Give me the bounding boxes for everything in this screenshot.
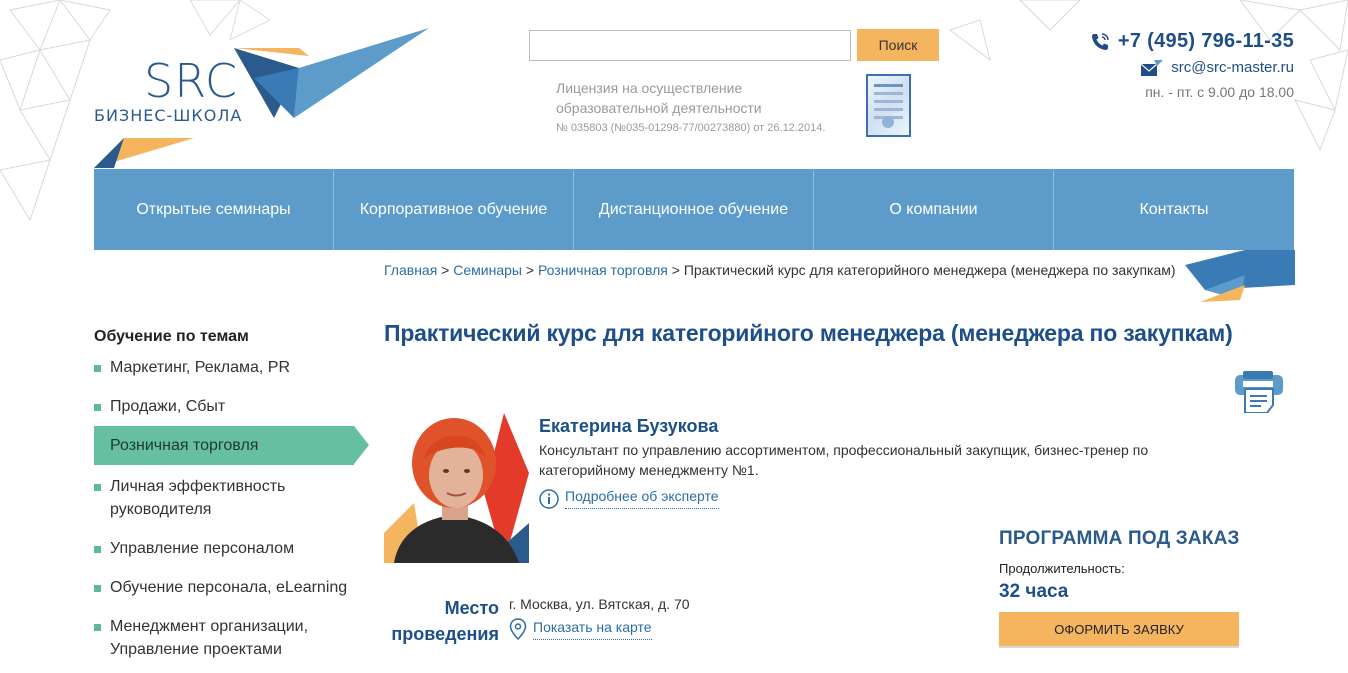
order-button[interactable]: ОФОРМИТЬ ЗАЯВКУ [999,612,1239,646]
search-button[interactable]: Поиск [857,29,939,61]
expert-more-label[interactable]: Подробнее об эксперте [565,488,719,509]
email-link[interactable]: src@src-master.ru [1171,59,1294,76]
logo-brand: SRC [144,54,238,108]
license-info: Лицензия на осуществление образовательно… [556,78,856,136]
sidebar-item-hr-management[interactable]: Управление персоналом [94,537,369,560]
nav-item-distance-learning[interactable]: Дистанционное обучение [574,169,814,250]
expert-description: Консультант по управлению ассортиментом,… [539,442,1149,478]
venue-label-line1: Место [444,598,499,618]
phone-number[interactable]: +7 (495) 796-11-35 [1118,30,1294,53]
venue-map-link[interactable]: Показать на карте [509,618,652,640]
breadcrumb-separator: > [437,262,454,278]
map-pin-icon [509,618,527,640]
venue-label: Место проведения [384,595,499,647]
ribbon-decoration [1185,250,1295,302]
license-number: № 035803 (№035-01298-77/00273880) от 26.… [556,122,826,134]
venue-map-label[interactable]: Показать на карте [533,619,652,640]
sidebar: Обучение по темам Маркетинг, Реклама, PR… [94,326,369,661]
sidebar-item-marketing[interactable]: Маркетинг, Реклама, PR [94,356,369,379]
license-image[interactable] [866,74,911,137]
nav-item-about[interactable]: О компании [814,169,1054,250]
logo[interactable]: SRC БИЗНЕС-ШКОЛА [94,28,434,173]
sidebar-item-retail[interactable]: Розничная торговля [94,426,369,465]
page-title: Практический курс для категорийного мене… [384,320,1233,346]
sidebar-item-personal-efficiency[interactable]: Личная эффективность руководителя [94,475,324,521]
sidebar-title: Обучение по темам [94,328,249,345]
venue-label-line2: проведения [391,624,499,644]
breadcrumb-current: Практический курс для категорийного мене… [683,262,1176,278]
expert-name[interactable]: Екатерина Бузукова [539,416,718,437]
program-title: ПРОГРАММА ПОД ЗАКАЗ [999,528,1240,549]
license-text: Лицензия на осуществление образовательно… [556,80,762,116]
expert-portrait-image [384,413,529,563]
search-input[interactable] [529,30,851,61]
contacts: +7 (495) 796-11-35 src@src-master.ru пн.… [1090,30,1294,100]
breadcrumb-home[interactable]: Главная [384,262,437,278]
expert-more-link[interactable]: Подробнее об эксперте [539,488,719,509]
breadcrumb-separator: > [521,262,538,278]
sidebar-item-elearning[interactable]: Обучение персонала, eLearning [94,576,369,599]
main-nav: Открытые семинары Корпоративное обучение… [94,169,1294,250]
expert-photo[interactable] [384,413,529,563]
duration-label: Продолжительность: [999,561,1125,576]
info-icon [539,488,559,509]
venue-address: г. Москва, ул. Вятская, д. 70 [509,596,690,612]
sidebar-item-sales[interactable]: Продажи, Сбыт [94,395,369,418]
phone-icon [1091,32,1109,50]
nav-item-open-seminars[interactable]: Открытые семинары [94,169,334,250]
breadcrumb-seminars[interactable]: Семинары [453,262,522,278]
working-hours: пн. - пт. с 9.00 до 18.00 [1145,84,1294,100]
sidebar-item-management[interactable]: Менеджмент организации, Управление проек… [94,615,334,661]
nav-item-corporate-training[interactable]: Корпоративное обучение [334,169,574,250]
mail-icon [1141,59,1164,76]
logo-subtitle: БИЗНЕС-ШКОЛА [94,106,243,125]
nav-item-contacts[interactable]: Контакты [1054,169,1294,250]
breadcrumb: Главная > Семинары > Розничная торговля … [384,260,1184,280]
breadcrumb-retail[interactable]: Розничная торговля [538,262,668,278]
breadcrumb-separator: > [667,262,684,278]
duration-value: 32 часа [999,581,1069,602]
print-icon[interactable] [1233,371,1285,413]
